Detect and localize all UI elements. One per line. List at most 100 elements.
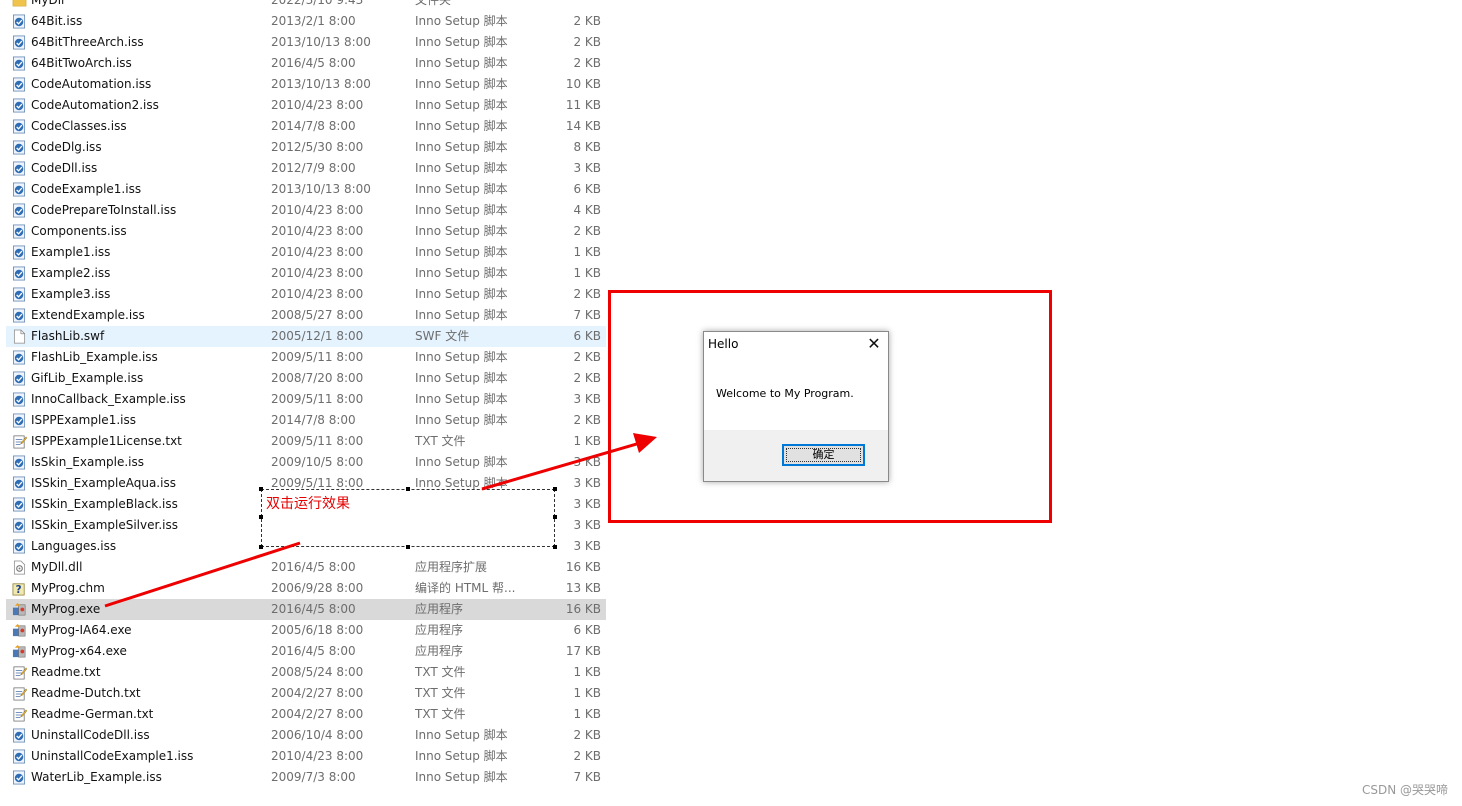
iss-file-icon [12,266,27,281]
file-type: TXT 文件 [415,665,466,679]
file-row[interactable]: 64BitThreeArch.iss 2013/10/13 8:00 Inno Se… [6,32,606,53]
file-date: 2010/4/23 8:00 [271,287,364,301]
file-type: TXT 文件 [415,686,466,700]
file-size: 1 KB [573,245,601,259]
file-date: 2012/5/30 8:00 [271,140,364,154]
file-row[interactable]: 64BitTwoArch.iss 2016/4/5 8:00 Inno Setup … [6,53,606,74]
file-row[interactable]: UninstallCodeDll.iss 2006/10/4 8:00 Inno S… [6,725,606,746]
iss-file-icon [12,161,27,176]
file-row[interactable]: CodePrepareToInstall.iss 2010/4/23 8:00 In… [6,200,606,221]
exe-app-icon [12,623,27,638]
file-size: 17 KB [565,644,601,658]
file-row[interactable]: GifLib_Example.iss 2008/7/20 8:00 Inno Set… [6,368,606,389]
file-type: Inno Setup 脚本 [415,245,508,259]
iss-file-icon [12,224,27,239]
file-type: 应用程序扩展 [415,560,488,574]
file-row[interactable]: WaterLib_Example.iss 2009/7/3 8:00 Inno Se… [6,767,606,788]
file-row[interactable]: 64Bit.iss 2013/2/1 8:00 Inno Setup 脚本 2 KB [6,11,606,32]
file-type: Inno Setup 脚本 [415,371,508,385]
file-date: 2009/5/11 8:00 [271,392,364,406]
file-size: 3 KB [573,455,601,469]
iss-file-icon [12,203,27,218]
file-row[interactable]: CodeClasses.iss 2014/7/8 8:00 Inno Setup 脚… [6,116,606,137]
file-row[interactable]: CodeExample1.iss 2013/10/13 8:00 Inno Setu… [6,179,606,200]
iss-file-icon [12,476,27,491]
file-type: Inno Setup 脚本 [415,266,508,280]
file-row[interactable]: ExtendExample.iss 2008/5/27 8:00 Inno Setu… [6,305,606,326]
file-size: 2 KB [573,749,601,763]
file-row[interactable]: Readme-Dutch.txt 2004/2/27 8:00 TXT 文件 1 KB [6,683,606,704]
file-date: 2012/7/9 8:00 [271,161,356,175]
file-type: 文件夹 [415,0,452,7]
text-file-icon [12,686,28,701]
file-row[interactable]: FlashLib_Example.iss 2009/5/11 8:00 Inno S… [6,347,606,368]
file-row[interactable]: Readme.txt 2008/5/24 8:00 TXT 文件 1 KB [6,662,606,683]
file-row[interactable]: MyProg-x64.exe 2016/4/5 8:00 应用程序 17 KB [6,641,606,662]
file-size: 8 KB [573,140,601,154]
file-type: Inno Setup 脚本 [415,77,508,91]
file-row[interactable]: CodeAutomation2.iss 2010/4/23 8:00 Inno Se… [6,95,606,116]
file-row[interactable]: Example2.iss 2010/4/23 8:00 Inno Setup 脚本 1… [6,263,606,284]
resize-handle [553,487,557,491]
file-date: 2008/5/24 8:00 [271,665,364,679]
file-date: 2016/4/5 8:00 [271,644,356,658]
file-row[interactable]: Example1.iss 2010/4/23 8:00 Inno Setup 脚本 1… [6,242,606,263]
file-name: ISSkin_ExampleSilver.iss [31,518,178,532]
file-name: GifLib_Example.iss [31,371,144,385]
file-date: 2009/10/5 8:00 [271,455,364,469]
file-size: 2 KB [573,56,601,70]
file-name: Languages.iss [31,539,117,553]
file-name: ISSkin_ExampleBlack.iss [31,497,178,511]
file-list: MyDll 2022/3/10 9:43 文件夹 64Bit.iss 2013/2/1 … [6,0,606,788]
file-type: Inno Setup 脚本 [415,392,508,406]
file-name: UninstallCodeDll.iss [31,728,150,742]
file-type: Inno Setup 脚本 [415,224,508,238]
file-name: MyDll [31,0,65,7]
file-row[interactable]: InnoCallback_Example.iss 2009/5/11 8:00 In… [6,389,606,410]
exe-app-icon [12,644,27,659]
file-row[interactable]: Example3.iss 2010/4/23 8:00 Inno Setup 脚本 2… [6,284,606,305]
iss-file-icon [12,245,27,260]
file-row[interactable]: MyProg-IA64.exe 2005/6/18 8:00 应用程序 6 KB [6,620,606,641]
svg-text:?: ? [16,584,22,596]
file-size: 7 KB [573,770,601,784]
file-row[interactable]: Components.iss 2010/4/23 8:00 Inno Setup 脚… [6,221,606,242]
file-name: UninstallCodeExample1.iss [31,749,194,763]
file-size: 6 KB [573,329,601,343]
iss-file-icon [12,371,27,386]
file-row[interactable]: MyDll.dll 2016/4/5 8:00 应用程序扩展 16 KB [6,557,606,578]
file-row[interactable]: ISPPExample1License.txt 2009/5/11 8:00 TXT… [6,431,606,452]
file-name: MyProg-x64.exe [31,644,127,658]
file-size: 1 KB [573,686,601,700]
file-size: 6 KB [573,623,601,637]
file-row[interactable]: CodeAutomation.iss 2013/10/13 8:00 Inno Se… [6,74,606,95]
resize-handle [553,515,557,519]
file-type: Inno Setup 脚本 [415,350,508,364]
close-icon[interactable]: ✕ [864,334,884,354]
resize-handle [406,545,410,549]
file-name: Components.iss [31,224,127,238]
iss-file-icon [12,287,27,302]
file-type: Inno Setup 脚本 [415,770,508,784]
file-date: 2005/12/1 8:00 [271,329,364,343]
file-size: 6 KB [573,182,601,196]
file-row[interactable]: Readme-German.txt 2004/2/27 8:00 TXT 文件 1 K… [6,704,606,725]
file-date: 2009/5/11 8:00 [271,434,364,448]
file-row[interactable]: ? MyProg.chm 2006/9/28 8:00 编译的 HTML 帮... 13… [6,578,606,599]
ok-button[interactable]: 确定 [782,444,865,466]
iss-file-icon [12,308,27,323]
file-row[interactable]: ISPPExample1.iss 2014/7/8 8:00 Inno Setup … [6,410,606,431]
file-row[interactable]: MyDll 2022/3/10 9:43 文件夹 [6,0,606,11]
file-size: 3 KB [573,392,601,406]
file-name: MyProg-IA64.exe [31,623,132,637]
iss-file-icon [12,539,27,554]
file-row[interactable]: MyProg.exe 2016/4/5 8:00 应用程序 16 KB [6,599,606,620]
screenshot-canvas: MyDll 2022/3/10 9:43 文件夹 64Bit.iss 2013/2/1 … [0,0,1462,806]
file-row[interactable]: CodeDll.iss 2012/7/9 8:00 Inno Setup 脚本 3 K… [6,158,606,179]
file-row[interactable]: CodeDlg.iss 2012/5/30 8:00 Inno Setup 脚本 8 … [6,137,606,158]
dll-file-icon [12,560,27,575]
file-row[interactable]: FlashLib.swf 2005/12/1 8:00 SWF 文件 6 KB [6,326,606,347]
file-type: Inno Setup 脚本 [415,203,508,217]
file-row[interactable]: IsSkin_Example.iss 2009/10/5 8:00 Inno Set… [6,452,606,473]
file-row[interactable]: UninstallCodeExample1.iss 2010/4/23 8:00 I… [6,746,606,767]
